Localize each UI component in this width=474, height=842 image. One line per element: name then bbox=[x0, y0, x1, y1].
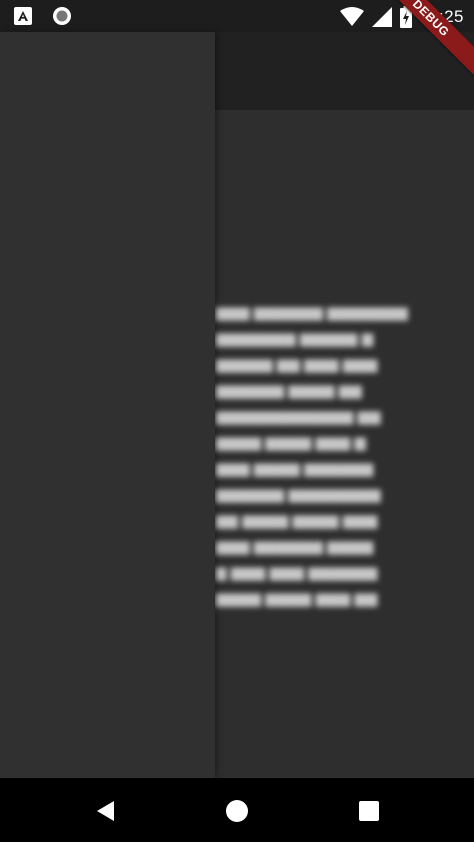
record-circle-icon bbox=[52, 6, 72, 26]
status-left-icons bbox=[14, 6, 72, 26]
app-bar-scrimmed[interactable] bbox=[215, 32, 474, 110]
navigation-drawer[interactable] bbox=[0, 32, 215, 778]
blurred-body-text: ▆▆▆ ▆▆▆▆▆▆ ▆▆▆▆▆▆▆ ▆▆▆▆▆▆▆ ▆▆▆▆▆ ▆ ▆▆▆▆▆ ▆… bbox=[215, 304, 408, 607]
signal-icon bbox=[372, 7, 393, 27]
back-icon[interactable] bbox=[93, 798, 119, 824]
recents-icon[interactable] bbox=[356, 798, 382, 824]
system-navigation-bar bbox=[0, 778, 474, 842]
a-notification-icon bbox=[14, 7, 32, 25]
wifi-icon bbox=[340, 7, 365, 26]
home-icon[interactable] bbox=[224, 798, 250, 824]
